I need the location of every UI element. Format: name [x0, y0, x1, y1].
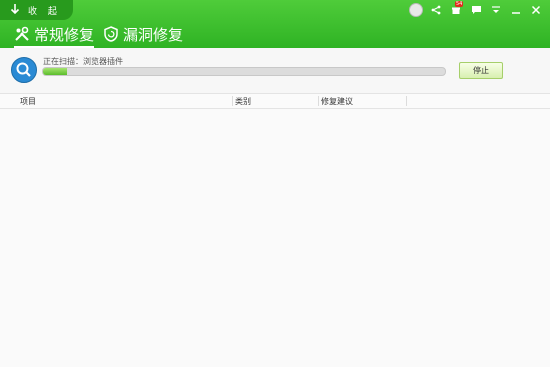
column-divider[interactable]	[232, 96, 233, 106]
scan-progress-bar	[42, 67, 446, 76]
window-controls: 54	[404, 1, 544, 18]
progress-fill	[43, 68, 68, 75]
magnifier-icon	[11, 57, 37, 83]
close-icon[interactable]	[528, 2, 544, 18]
scan-panel: 正在扫描：浏览器插件 停止	[0, 48, 550, 90]
column-divider[interactable]	[318, 96, 319, 106]
down-arrow-icon	[10, 3, 22, 18]
column-repair-suggestion: 修复建议	[321, 97, 353, 106]
column-item: 项目	[20, 97, 36, 106]
minimize-icon[interactable]	[508, 2, 524, 18]
results-table-body	[0, 109, 550, 367]
tab-vulnerability-repair[interactable]: 漏洞修复	[103, 22, 183, 46]
tab-vulnerability-label: 漏洞修复	[123, 25, 184, 44]
results-table-header: 项目 类别 修复建议	[0, 93, 550, 109]
message-icon[interactable]	[468, 2, 484, 18]
notification-badge: 54	[455, 1, 464, 7]
collapse-button[interactable]: 收 起	[0, 0, 73, 20]
column-category: 类别	[235, 97, 251, 106]
tab-regular-label: 常规修复	[34, 25, 95, 44]
collapse-label: 收 起	[28, 6, 61, 17]
tab-regular-repair[interactable]: 常规修复	[14, 22, 95, 48]
stop-button[interactable]: 停止	[459, 62, 503, 79]
column-divider[interactable]	[406, 96, 407, 106]
tools-icon	[15, 26, 29, 41]
shield-refresh-icon	[104, 26, 118, 42]
header-bar: 收 起 常规修复 漏洞修复 54	[0, 0, 550, 48]
medal-icon[interactable]	[408, 2, 424, 18]
scan-status-text: 正在扫描：浏览器插件	[43, 57, 123, 66]
menu-icon[interactable]	[488, 2, 504, 18]
gift-icon[interactable]: 54	[448, 1, 464, 18]
share-icon[interactable]	[428, 2, 444, 18]
